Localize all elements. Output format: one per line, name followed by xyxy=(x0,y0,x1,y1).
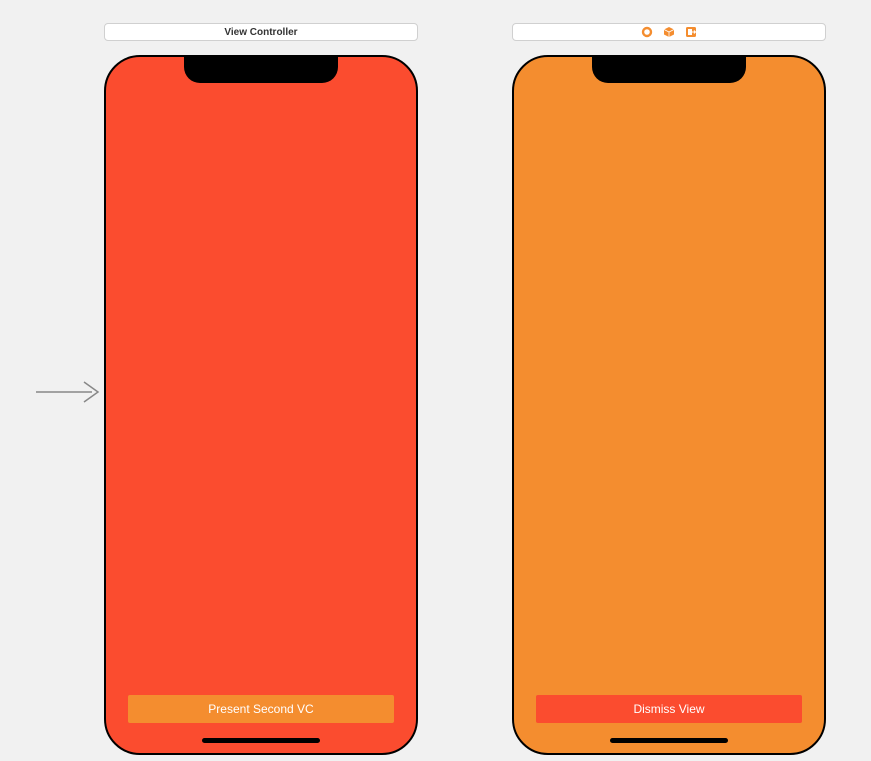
device-notch xyxy=(592,57,746,83)
device-notch xyxy=(184,57,338,83)
scene-title-bar[interactable]: View Controller xyxy=(104,23,418,41)
home-indicator xyxy=(202,738,320,743)
scene-view-controller[interactable]: View Controller Present Second VC xyxy=(104,23,418,755)
files-owner-icon[interactable] xyxy=(641,26,653,38)
home-indicator xyxy=(610,738,728,743)
device-frame[interactable]: Present Second VC xyxy=(104,55,418,755)
exit-icon[interactable] xyxy=(685,26,697,38)
scene-title-bar-selected[interactable] xyxy=(512,23,826,41)
dismiss-view-button[interactable]: Dismiss View xyxy=(536,695,802,723)
button-label: Dismiss View xyxy=(633,702,704,716)
present-second-vc-button[interactable]: Present Second VC xyxy=(128,695,394,723)
scene-title-label: View Controller xyxy=(224,27,297,38)
first-responder-icon[interactable] xyxy=(663,26,675,38)
scene-second-view-controller[interactable]: Dismiss View xyxy=(512,23,826,755)
button-label: Present Second VC xyxy=(208,702,313,716)
device-frame[interactable]: Dismiss View xyxy=(512,55,826,755)
storyboard-entry-arrow xyxy=(36,378,102,411)
